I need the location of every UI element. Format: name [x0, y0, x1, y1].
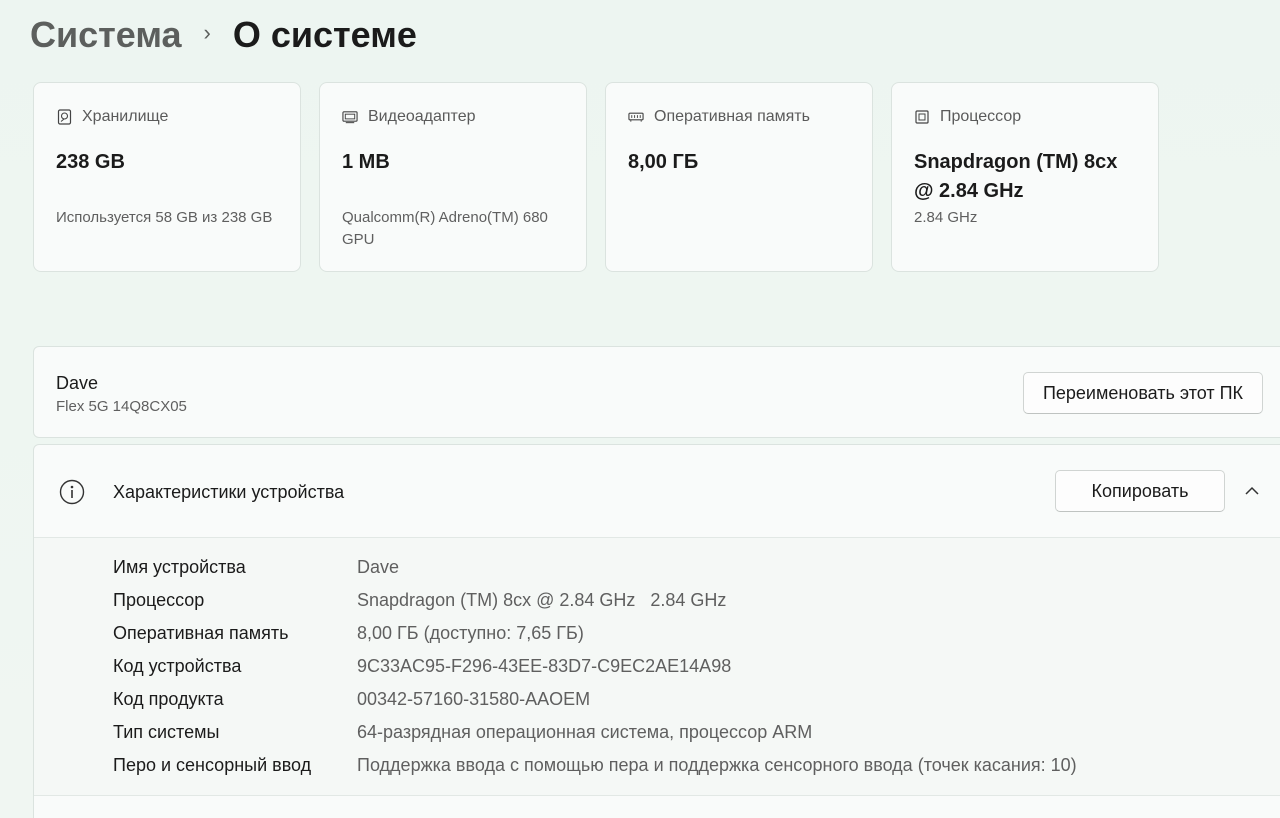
device-model: Flex 5G 14Q8CX05: [56, 398, 187, 415]
spec-value: 8,00 ГБ (доступно: 7,65 ГБ): [357, 623, 584, 643]
processor-icon: [914, 109, 930, 125]
card-display-adapter-sub: Qualcomm(R) Adreno(TM) 680 GPU: [342, 209, 548, 248]
memory-icon: [628, 109, 644, 125]
spec-value: 64-разрядная операционная система, проце…: [357, 722, 813, 742]
card-storage-sub: Используется 58 GB из 238 GB: [56, 209, 273, 226]
spec-key: Тип системы: [113, 722, 220, 742]
spec-value: 00342-57160-31580-AAOEM: [357, 689, 591, 709]
card-display-adapter-label: Видеоадаптер: [368, 108, 476, 125]
device-specifications-header[interactable]: Характеристики устройства Копировать: [34, 445, 1280, 538]
card-storage-value: 238 GB: [56, 151, 125, 173]
spec-row-ram: Оперативная память 8,00 ГБ (доступно: 7,…: [113, 621, 584, 645]
info-icon: [59, 479, 85, 505]
card-processor[interactable]: Процессор Snapdragon (TM) 8cx @ 2.84 GHz…: [891, 82, 1159, 272]
card-storage-label: Хранилище: [82, 108, 169, 125]
spec-key: Оперативная память: [113, 623, 289, 643]
spec-key: Код продукта: [113, 689, 224, 709]
card-processor-sub: 2.84 GHz: [914, 209, 978, 226]
spec-cards: Хранилище 238 GB Используется 58 GB из 2…: [33, 82, 1159, 272]
card-display-adapter[interactable]: Видеоадаптер 1 MB Qualcomm(R) Adreno(TM)…: [319, 82, 587, 272]
spec-key: Код устройства: [113, 656, 242, 676]
spec-value: 9C33AC95-F296-43EE-83D7-C9EC2AE14A98: [357, 656, 732, 676]
spec-row-system-type: Тип системы 64-разрядная операционная си…: [113, 720, 812, 744]
device-name-panel: Dave Flex 5G 14Q8CX05 Переименовать этот…: [33, 346, 1280, 438]
card-processor-label: Процессор: [940, 108, 1022, 125]
rename-pc-button[interactable]: Переименовать этот ПК: [1023, 372, 1263, 414]
spec-row-pen-touch: Перо и сенсорный ввод Поддержка ввода с …: [113, 753, 1077, 777]
copy-button[interactable]: Копировать: [1055, 470, 1225, 512]
spec-row-product-id: Код продукта 00342-57160-31580-AAOEM: [113, 687, 590, 711]
device-name: Dave: [56, 373, 99, 393]
hard-drive-icon: [56, 109, 72, 125]
card-storage[interactable]: Хранилище 238 GB Используется 58 GB из 2…: [33, 82, 301, 272]
spec-key: Перо и сенсорный ввод: [113, 755, 312, 775]
chevron-up-icon[interactable]: [1242, 481, 1262, 501]
card-display-adapter-value: 1 MB: [342, 151, 390, 173]
spec-row-device-name: Имя устройства Dave: [113, 555, 399, 579]
page-title: О системе: [232, 14, 417, 55]
display-adapter-icon: [342, 109, 358, 125]
breadcrumb-parent-system[interactable]: Система: [30, 14, 182, 56]
breadcrumb-separator: ›: [203, 20, 211, 45]
spec-key: Имя устройства: [113, 557, 246, 577]
breadcrumb: Система › О системе: [30, 12, 417, 58]
spec-row-device-id: Код устройства 9C33AC95-F296-43EE-83D7-C…: [113, 654, 731, 678]
card-memory-label: Оперативная память: [654, 108, 810, 125]
device-specifications-body: Имя устройства Dave Процессор Snapdragon…: [34, 538, 1280, 796]
spec-value: Поддержка ввода с помощью пера и поддерж…: [357, 755, 1077, 775]
spec-row-processor: Процессор Snapdragon (TM) 8cx @ 2.84 GHz…: [113, 588, 726, 612]
device-specifications-title: Характеристики устройства: [113, 482, 345, 502]
card-memory[interactable]: Оперативная память 8,00 ГБ: [605, 82, 873, 272]
card-processor-value: Snapdragon (TM) 8cx @ 2.84 GHz: [914, 151, 1118, 202]
spec-value: Dave: [357, 557, 400, 577]
spec-value: Snapdragon (TM) 8cx @ 2.84 GHz 2.84 GHz: [357, 590, 727, 610]
device-specifications-panel: Характеристики устройства Копировать Имя…: [33, 444, 1280, 818]
card-memory-value: 8,00 ГБ: [628, 151, 699, 173]
spec-key: Процессор: [113, 590, 205, 610]
